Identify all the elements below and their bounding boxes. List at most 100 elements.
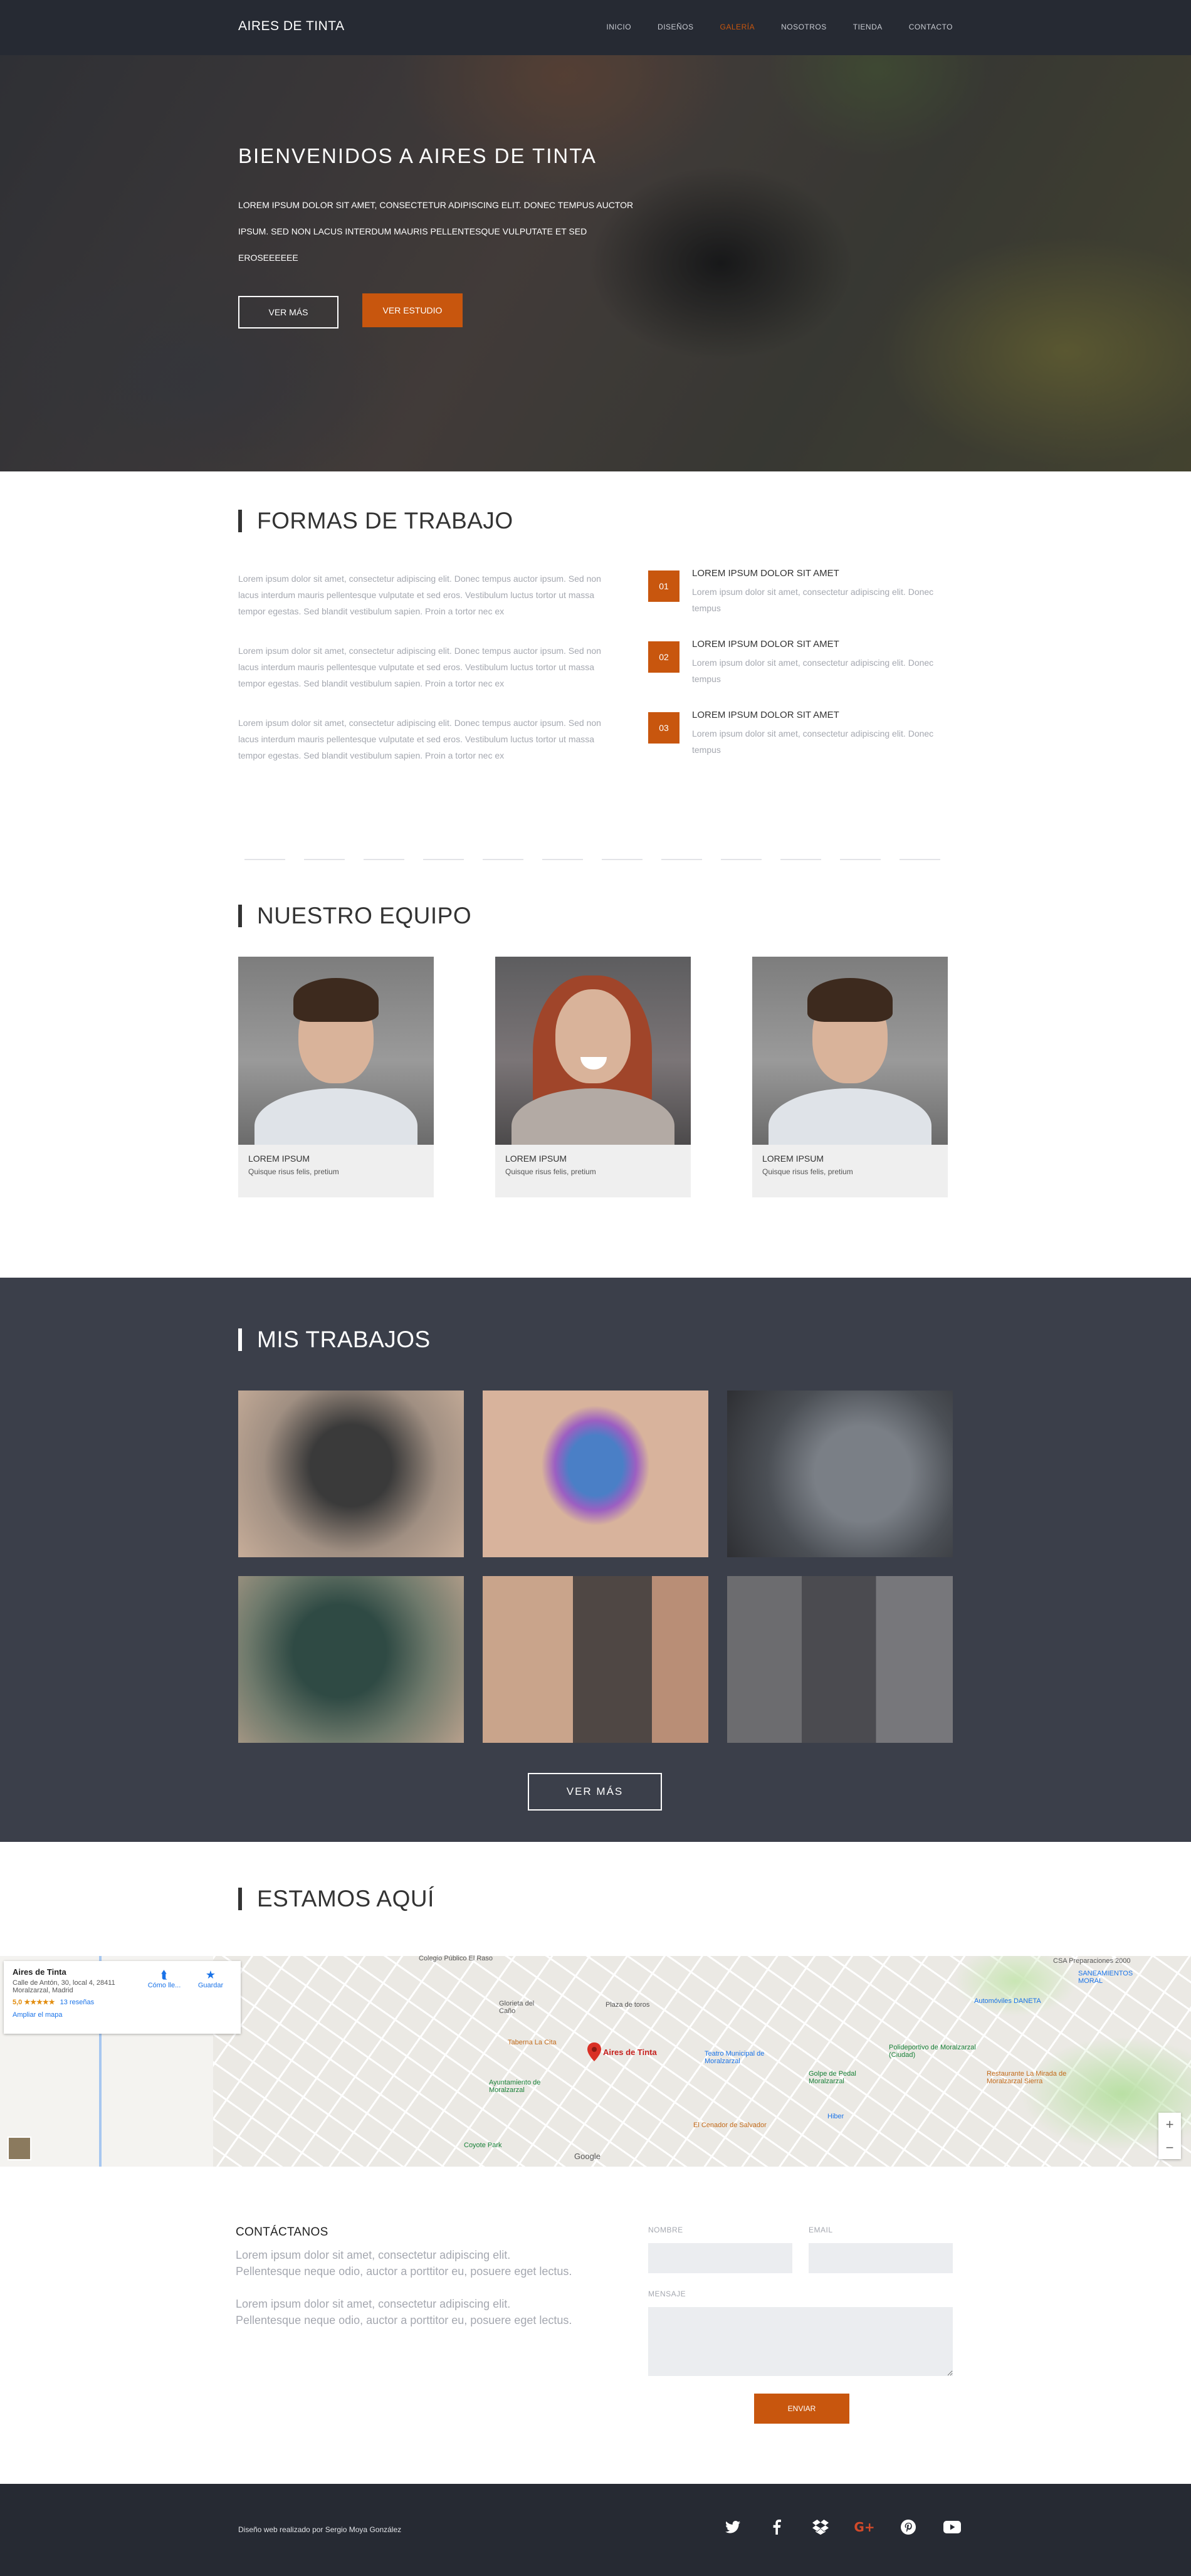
item-number-badge: 01 (648, 570, 679, 602)
formas-title: FORMAS DE TRABAJO (257, 508, 513, 534)
map-label: Taberna La Cita (508, 2039, 557, 2046)
enlarge-map-link[interactable]: Ampliar el mapa (13, 2011, 232, 2019)
reviews-link[interactable]: 13 reseñas (60, 1999, 94, 2006)
formas-paragraph: Lorem ipsum dolor sit amet, consectetur … (238, 718, 601, 760)
title-accent-bar (238, 905, 242, 927)
item-number-badge: 03 (648, 712, 679, 744)
directions-icon: ⮬ (160, 1969, 168, 1981)
contact-info: CONTÁCTANOS Lorem ipsum dolor sit amet, … (236, 2226, 574, 2345)
satellite-toggle[interactable] (8, 2137, 31, 2160)
mapa-section-title: ESTAMOS AQUÍ (238, 1886, 434, 1912)
title-accent-bar (238, 1328, 242, 1351)
team-card[interactable]: LOREM IPSUM Quisque risus felis, pretium (238, 957, 434, 1197)
gallery-image[interactable] (483, 1576, 708, 1743)
map-label: Restaurante La Mirada de Moralzarzal Sie… (987, 2070, 1067, 2085)
divider-dash (244, 859, 285, 860)
nav-item-disenos[interactable]: DISEÑOS (658, 23, 694, 31)
brand-logo[interactable]: AIRES DE TINTA (238, 19, 345, 34)
item-title: LOREM IPSUM DOLOR SIT AMET (692, 568, 839, 579)
nav-item-contacto[interactable]: CONTACTO (909, 23, 953, 31)
team-card[interactable]: LOREM IPSUM Quisque risus felis, pretium (495, 957, 691, 1197)
numbered-item: 01 LOREM IPSUM DOLOR SIT AMET Lorem ipsu… (648, 568, 953, 616)
zoom-in-button[interactable]: + (1158, 2113, 1181, 2136)
hero-text: LOREM IPSUM DOLOR SIT AMET, CONSECTETUR … (238, 200, 634, 263)
google-logo: Google (574, 2152, 601, 2161)
gallery-image[interactable] (238, 1391, 464, 1557)
message-field[interactable] (648, 2307, 953, 2376)
gallery-image[interactable] (727, 1391, 953, 1557)
dropbox-icon[interactable] (811, 2518, 830, 2537)
nav-menu: INICIO DISEÑOS GALERÍA NOSOTROS TIENDA C… (606, 23, 953, 31)
embedded-map[interactable]: Colegio Público El Raso Plaza de toros G… (0, 1955, 1191, 2167)
formas-paragraph: Lorem ipsum dolor sit amet, consectetur … (238, 574, 601, 616)
member-name: LOREM IPSUM (762, 1154, 824, 1164)
twitter-icon[interactable] (723, 2518, 742, 2537)
ver-mas-button[interactable]: VER MÁS (238, 296, 338, 329)
team-member-photo (752, 957, 948, 1145)
map-pin-icon[interactable] (587, 2042, 601, 2061)
nav-item-inicio[interactable]: INICIO (606, 23, 631, 31)
mapa-title: ESTAMOS AQUÍ (257, 1886, 434, 1911)
formas-section-title: FORMAS DE TRABAJO (238, 508, 513, 534)
contact-paragraph: Lorem ipsum dolor sit amet, consectetur … (236, 2298, 572, 2326)
map-pin-label: Aires de Tinta (603, 2048, 657, 2057)
map-label: SANEAMIENTOS MORAL (1078, 1970, 1133, 1985)
gallery-image[interactable] (238, 1576, 464, 1743)
title-accent-bar (238, 1888, 242, 1910)
map-label: CSA Preparaciones 2000 (1053, 1957, 1131, 1965)
contact-paragraph: Lorem ipsum dolor sit amet, consectetur … (236, 2249, 572, 2278)
nav-item-nosotros[interactable]: NOSOTROS (781, 23, 827, 31)
item-text: Lorem ipsum dolor sit amet, consectetur … (692, 658, 934, 684)
team-grid: LOREM IPSUM Quisque risus felis, pretium… (238, 957, 948, 1197)
send-button[interactable]: ENVIAR (754, 2394, 849, 2424)
zoom-out-button[interactable]: − (1158, 2136, 1181, 2159)
gallery-image[interactable] (483, 1391, 708, 1557)
hero-content: BIENVENIDOS A AIRES DE TINTA LOREM IPSUM… (238, 55, 802, 329)
gallery-image[interactable] (727, 1576, 953, 1743)
map-label: Polideportivo de Moralzarzal (Ciudad) (889, 2044, 976, 2059)
divider-dash (780, 859, 821, 860)
hero-buttons: VER MÁS VER ESTUDIO (238, 293, 802, 329)
nav-item-galeria[interactable]: GALERÍA (720, 23, 755, 31)
member-role: Quisque risus felis, pretium (505, 1167, 596, 1176)
map-label: Colegio Público El Raso (419, 1955, 493, 1962)
equipo-section-title: NUESTRO EQUIPO (238, 903, 471, 929)
footer: Diseño web realizado por Sergio Moya Gon… (0, 2484, 1191, 2576)
team-card[interactable]: LOREM IPSUM Quisque risus felis, pretium (752, 957, 948, 1197)
map-label: Ayuntamiento de Moralzarzal (489, 2079, 541, 2094)
social-links: G+ (723, 2518, 962, 2537)
contact-form: NOMBRE EMAIL MENSAJE (648, 2226, 953, 2379)
divider-dash (483, 859, 523, 860)
youtube-icon[interactable] (943, 2518, 962, 2537)
map-label: Coyote Park (464, 2142, 502, 2149)
message-label: MENSAJE (648, 2289, 686, 2298)
team-member-photo (495, 957, 691, 1145)
facebook-icon[interactable] (767, 2518, 786, 2537)
divider-dash (364, 859, 404, 860)
save-place-button[interactable]: ★ Guardar (192, 1969, 229, 1989)
star-icon: ★ (205, 1969, 216, 1981)
divider-dash (602, 859, 643, 860)
divider-dash (721, 859, 762, 860)
numbered-item: 03 LOREM IPSUM DOLOR SIT AMET Lorem ipsu… (648, 710, 953, 758)
numbered-item: 02 LOREM IPSUM DOLOR SIT AMET Lorem ipsu… (648, 639, 953, 687)
divider-dash (542, 859, 583, 860)
google-plus-icon[interactable]: G+ (854, 2518, 874, 2537)
email-field[interactable] (809, 2243, 953, 2273)
member-name: LOREM IPSUM (248, 1154, 310, 1164)
team-member-photo (238, 957, 434, 1145)
item-title: LOREM IPSUM DOLOR SIT AMET (692, 639, 839, 649)
map-label: Teatro Municipal de Moralzarzal (705, 2050, 765, 2065)
map-label: Plaza de toros (606, 2001, 650, 2009)
ver-mas-trabajos-button[interactable]: VER MÁS (528, 1773, 662, 1811)
directions-button[interactable]: ⮬ Cómo lle... (145, 1969, 183, 1989)
member-name: LOREM IPSUM (505, 1154, 567, 1164)
name-field[interactable] (648, 2243, 792, 2273)
title-accent-bar (238, 510, 242, 532)
divider-dash (661, 859, 702, 860)
pinterest-icon[interactable] (899, 2518, 918, 2537)
divider-dash (423, 859, 464, 860)
item-text: Lorem ipsum dolor sit amet, consectetur … (692, 587, 934, 613)
nav-item-tienda[interactable]: TIENDA (853, 23, 883, 31)
ver-estudio-button[interactable]: VER ESTUDIO (362, 293, 463, 327)
